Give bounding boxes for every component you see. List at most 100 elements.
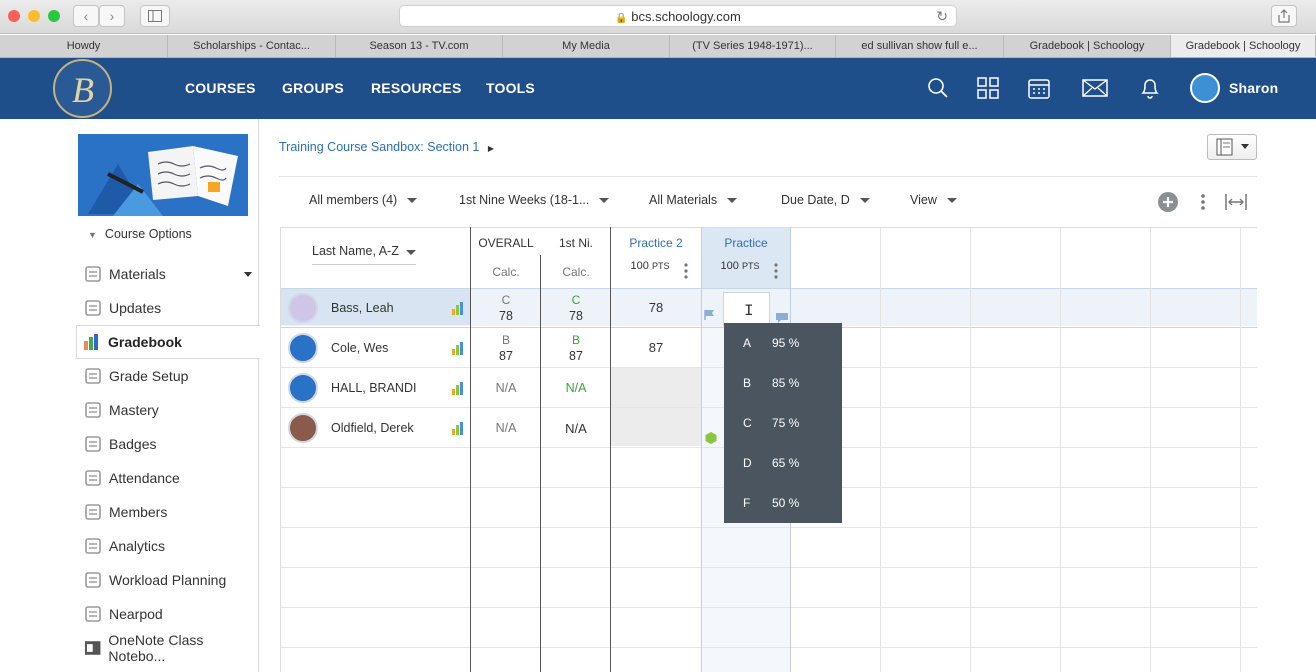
course-options-toggle[interactable]: ▼ Course Options [88, 227, 192, 241]
grade-analytics-icon[interactable] [452, 341, 464, 355]
sidebar-item-label: Attendance [109, 470, 180, 486]
sidebar-item-gradebook[interactable]: Gradebook [76, 325, 260, 359]
grid-column-line [970, 227, 971, 672]
course-image [78, 134, 248, 216]
student-avatar[interactable] [288, 373, 318, 403]
messages-icon[interactable] [1082, 76, 1108, 100]
student-name[interactable]: Bass, Leah [331, 301, 452, 315]
grid-column-line [1150, 227, 1151, 672]
student-name[interactable]: Oldfield, Derek [331, 421, 452, 435]
minimize-window-icon[interactable] [28, 10, 40, 22]
sidebar-item-onenote-class-notebo[interactable]: OneNote Class Notebo... [78, 631, 259, 665]
grade-option-c[interactable]: C 75 % [724, 403, 842, 443]
nav-tools[interactable]: TOOLS [486, 58, 535, 119]
browser-tab[interactable]: (TV Series 1948-1971)... [670, 35, 836, 57]
maximize-window-icon[interactable] [48, 10, 60, 22]
nav-groups[interactable]: GROUPS [282, 58, 344, 119]
nav-resources[interactable]: RESOURCES [371, 58, 461, 119]
sort-filter[interactable]: Due Date, D [781, 193, 870, 207]
sidebar-item-nearpod[interactable]: Nearpod [78, 597, 259, 631]
student-row[interactable]: HALL, BRANDI [280, 368, 470, 408]
grade-option-b[interactable]: B 85 % [724, 363, 842, 403]
grade-option-f[interactable]: F 50 % [724, 483, 842, 523]
grade-analytics-icon[interactable] [452, 421, 464, 435]
district-logo[interactable]: B [53, 59, 112, 118]
student-avatar[interactable] [288, 413, 318, 443]
browser-tab[interactable]: Gradebook | Schoology [1004, 35, 1171, 57]
calendar-icon[interactable] [1027, 76, 1051, 100]
sidebar-toggle-icon[interactable] [140, 5, 170, 27]
browser-tab[interactable]: Gradebook | Schoology [1171, 35, 1316, 57]
nav-courses[interactable]: COURSES [185, 58, 256, 119]
student-name[interactable]: Cole, Wes [331, 341, 452, 355]
search-icon[interactable] [926, 76, 950, 100]
student-row[interactable]: Oldfield, Derek [280, 408, 470, 448]
sidebar-item-materials[interactable]: Materials [78, 257, 259, 291]
gradebook-view-button[interactable] [1207, 134, 1257, 160]
sidebar-item-grade-setup[interactable]: Grade Setup [78, 359, 259, 393]
user-avatar[interactable] [1190, 73, 1220, 103]
view-filter[interactable]: View [910, 193, 957, 207]
student-name[interactable]: HALL, BRANDI [331, 381, 452, 395]
share-icon[interactable] [1271, 5, 1297, 27]
student-avatar[interactable] [288, 293, 318, 323]
practice2-menu-icon[interactable] [682, 262, 690, 280]
browser-tab[interactable]: My Media [503, 35, 670, 57]
sidebar-item-mastery[interactable]: Mastery [78, 393, 259, 427]
flag-icon[interactable] [703, 309, 717, 321]
sidebar-item-label: Gradebook [108, 334, 182, 350]
expand-width-icon[interactable] [1224, 192, 1248, 212]
practice-column-title[interactable]: Practice [702, 236, 790, 250]
student-row[interactable]: Cole, Wes [280, 328, 470, 368]
browser-tab[interactable]: ed sullivan show full e... [836, 35, 1004, 57]
breadcrumb[interactable]: Training Course Sandbox: Section 1 ▶ [279, 140, 494, 154]
term-letter-grade: C [571, 293, 581, 307]
grading-period-filter[interactable]: 1st Nine Weeks (18-1... [459, 193, 610, 207]
breadcrumb-course[interactable]: Training Course Sandbox: Section 1 [279, 140, 479, 154]
forward-button[interactable]: › [99, 5, 125, 27]
practice2-column-title[interactable]: Practice 2 [611, 236, 701, 250]
notifications-icon[interactable] [1138, 76, 1162, 100]
back-button[interactable]: ‹ [73, 5, 99, 27]
grade-analytics-icon[interactable] [452, 381, 464, 395]
more-options-icon[interactable] [1198, 192, 1208, 212]
grid-row-line [280, 607, 1257, 608]
practice2-grade-cell[interactable]: 78 [611, 300, 701, 315]
sidebar-item-badges[interactable]: Badges [78, 427, 259, 461]
term-column-title[interactable]: 1st Ni. [541, 236, 611, 250]
browser-tab[interactable]: Howdy [0, 35, 168, 57]
notebook-icon [1216, 138, 1233, 156]
student-row[interactable]: Bass, Leah [280, 288, 470, 328]
grade-option-a[interactable]: A 95 % [724, 323, 842, 363]
user-name[interactable]: Sharon Dove [1229, 58, 1316, 157]
sidebar-item-analytics[interactable]: Analytics [78, 529, 259, 563]
sidebar-item-workload-planning[interactable]: Workload Planning [78, 563, 259, 597]
practice2-grade-cell[interactable]: 87 [611, 340, 701, 355]
sidebar-item-updates[interactable]: Updates [78, 291, 259, 325]
overall-column-title[interactable]: OVERALL [471, 236, 541, 250]
add-column-icon[interactable] [1157, 191, 1179, 213]
members-filter[interactable]: All members (4) [309, 193, 418, 207]
status-hexagon-icon [705, 432, 717, 444]
grade-input[interactable]: I [723, 292, 770, 326]
caret-down-icon [1241, 144, 1249, 149]
reload-icon[interactable]: ↻ [936, 6, 948, 27]
view-filter-label: View [910, 193, 937, 207]
apps-grid-icon[interactable] [976, 76, 1000, 100]
grade-option-d[interactable]: D 65 % [724, 443, 842, 483]
practice-pts-unit: PTS [741, 261, 760, 271]
sidebar-item-attendance[interactable]: Attendance [78, 461, 259, 495]
student-sort-dropdown[interactable]: Last Name, A-Z [312, 244, 416, 265]
address-bar[interactable]: 🔒 bcs.schoology.com ↻ [399, 5, 957, 27]
close-window-icon[interactable] [8, 10, 20, 22]
caret-down-icon[interactable] [244, 272, 252, 277]
members-filter-label: All members (4) [309, 193, 398, 207]
browser-tab[interactable]: Scholarships - Contac... [168, 35, 336, 57]
materials-filter[interactable]: All Materials [649, 193, 738, 207]
browser-tab[interactable]: Season 13 - TV.com [336, 35, 503, 57]
grade-analytics-icon[interactable] [452, 301, 464, 315]
practice-menu-icon[interactable] [772, 262, 780, 280]
student-avatar[interactable] [288, 333, 318, 363]
sidebar-item-members[interactable]: Members [78, 495, 259, 529]
grade-option-letter: F [743, 496, 751, 510]
